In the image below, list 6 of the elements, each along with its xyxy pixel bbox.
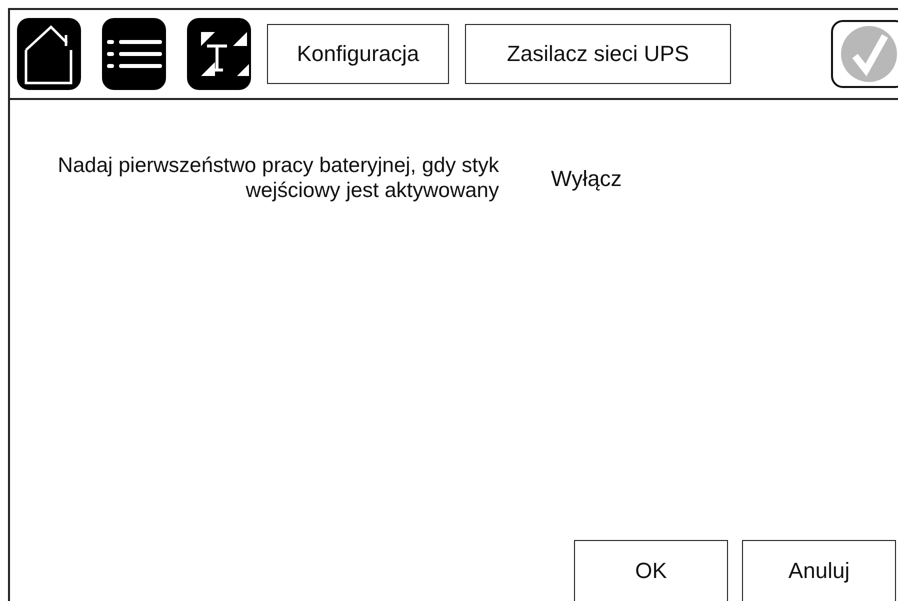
breadcrumb-tab[interactable]: Zasilacz sieci UPS xyxy=(465,24,731,84)
setting-label: Nadaj pierwszeństwo pracy bateryjnej, gdy styk wejściowy jest aktywowany xyxy=(56,153,499,203)
breadcrumb-tab[interactable]: Konfiguracja xyxy=(267,24,449,84)
dialog-button[interactable]: Anuluj xyxy=(742,540,896,601)
setting-value[interactable]: Wyłącz xyxy=(551,166,622,192)
dialog-button[interactable]: OK xyxy=(574,540,728,601)
